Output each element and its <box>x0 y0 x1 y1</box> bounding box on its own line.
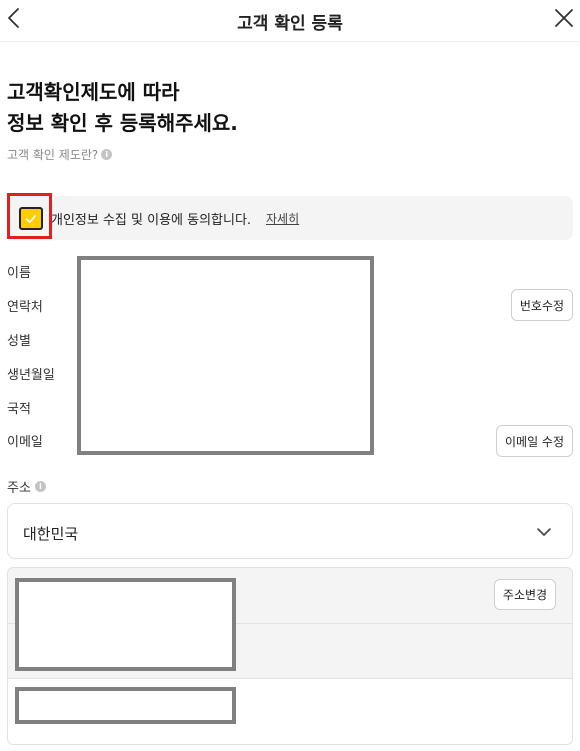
phone-label: 연락처 <box>7 300 43 315</box>
edit-email-button[interactable]: 이메일 수정 <box>496 425 573 457</box>
birthdate-label: 생년월일 <box>7 368 55 383</box>
country-select[interactable]: 대한민국 <box>7 503 573 559</box>
change-address-button[interactable]: 주소변경 <box>494 579 556 610</box>
info-icon: i <box>34 481 46 492</box>
info-icon: i <box>101 149 113 160</box>
close-button[interactable] <box>552 6 576 30</box>
headline: 고객확인제도에 따라 정보 확인 후 등록해주세요. <box>7 77 238 139</box>
consent-text: 개인정보 수집 및 이용에 동의합니다. <box>51 213 252 228</box>
address-label-text: 주소 <box>7 481 31 496</box>
nationality-label: 국적 <box>7 402 31 417</box>
close-icon <box>555 9 573 27</box>
name-label: 이름 <box>7 266 31 281</box>
kyc-help-link[interactable]: 고객 확인 제도란? i <box>7 146 113 163</box>
masked-address <box>15 578 236 671</box>
edit-phone-button[interactable]: 번호수정 <box>511 289 573 321</box>
gender-label: 성별 <box>7 334 31 349</box>
country-value: 대한민국 <box>23 525 79 543</box>
masked-personal-info <box>77 256 374 455</box>
page-title: 고객 확인 등록 <box>237 14 343 34</box>
kyc-help-label: 고객 확인 제도란? <box>7 148 99 162</box>
address-label: 주소 i <box>7 477 46 496</box>
consent-checkbox[interactable] <box>19 207 43 230</box>
headline-line-1: 고객확인제도에 따라 <box>7 80 180 104</box>
header-bar: 고객 확인 등록 <box>0 0 580 42</box>
chevron-down-icon <box>537 528 551 536</box>
consent-detail-link[interactable]: 자세히 <box>266 210 299 227</box>
email-label: 이메일 <box>7 435 43 450</box>
masked-address-detail <box>15 687 236 724</box>
address-divider <box>8 678 572 679</box>
checkmark-icon <box>25 214 37 223</box>
headline-line-2: 정보 확인 후 등록해주세요. <box>7 111 238 135</box>
